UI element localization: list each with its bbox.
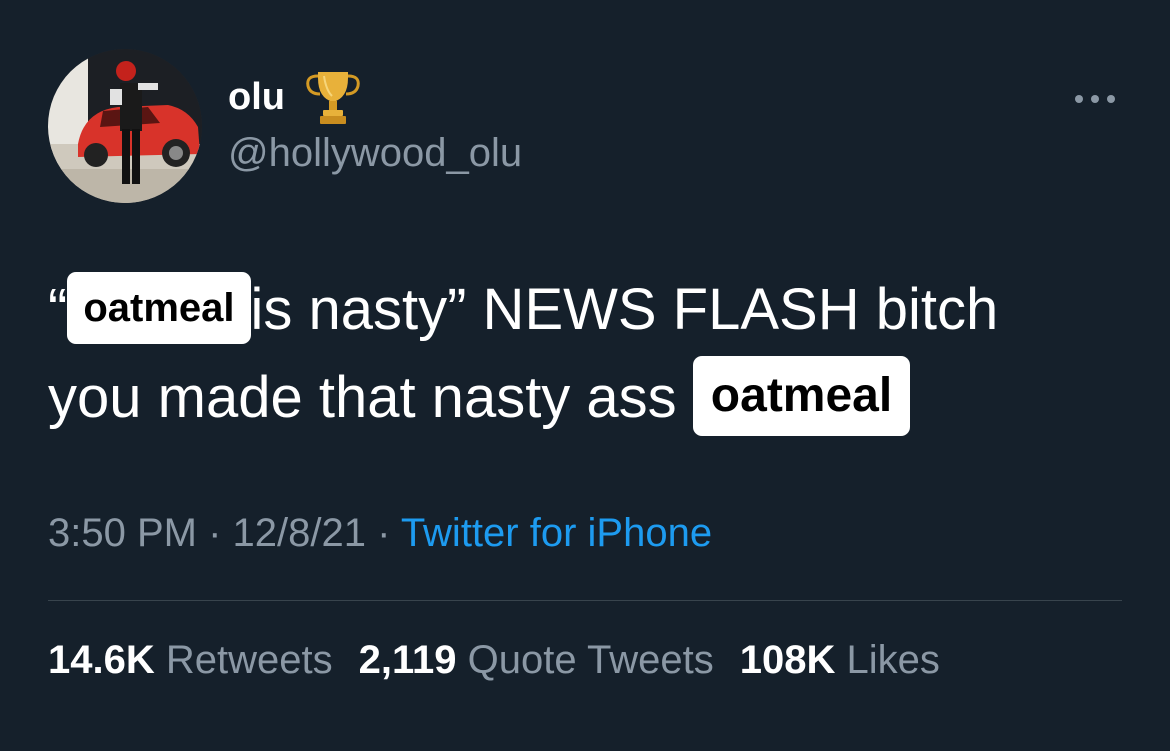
retweets-label: Retweets bbox=[165, 638, 333, 682]
tweet-line-1: “oatmeal is nasty” NEWS FLASH bitch bbox=[48, 266, 1138, 354]
likes-stat[interactable]: 108K Likes bbox=[740, 638, 940, 682]
redaction-box: oatmeal bbox=[692, 355, 911, 436]
separator-dot: · bbox=[196, 511, 233, 555]
likes-count: 108K bbox=[739, 638, 836, 682]
tweet-source-link[interactable]: Twitter for iPhone bbox=[401, 511, 712, 555]
tweet-date[interactable]: 12/8/21 bbox=[233, 511, 366, 555]
display-name[interactable]: olu bbox=[228, 78, 285, 116]
more-options-icon[interactable] bbox=[1072, 90, 1118, 108]
retweets-count: 14.6K bbox=[48, 638, 155, 682]
quote-tweets-stat[interactable]: 2,119 Quote Tweets bbox=[359, 638, 714, 682]
tweet-text-segment: you made that nasty ass bbox=[48, 365, 693, 430]
tweet-time[interactable]: 3:50 PM bbox=[48, 511, 197, 555]
avatar-photo bbox=[48, 49, 202, 203]
tweet-text-segment: is nasty” NEWS FLASH bitch bbox=[250, 277, 999, 342]
tweet-line-2: you made that nasty ass oatmeal bbox=[48, 354, 1138, 442]
trophy-icon bbox=[306, 72, 360, 124]
redaction-box: oatmeal bbox=[67, 271, 251, 344]
tweet-text: “oatmeal is nasty” NEWS FLASH bitch you m… bbox=[48, 266, 1138, 442]
likes-label: Likes bbox=[846, 638, 940, 682]
retweets-stat[interactable]: 14.6K Retweets bbox=[48, 638, 333, 682]
quote-tweets-count: 2,119 bbox=[358, 638, 457, 682]
open-quote: “ bbox=[48, 277, 68, 342]
avatar[interactable] bbox=[48, 49, 202, 203]
quote-tweets-label: Quote Tweets bbox=[467, 638, 714, 682]
separator-dot: · bbox=[365, 511, 401, 555]
user-handle[interactable]: @hollywood_olu bbox=[228, 133, 522, 173]
engagement-stats: 14.6K Retweets 2,119 Quote Tweets 108K Lik… bbox=[48, 640, 940, 680]
divider bbox=[48, 600, 1122, 601]
tweet-metadata: 3:50 PM · 12/8/21 · Twitter for iPhone bbox=[48, 513, 712, 553]
